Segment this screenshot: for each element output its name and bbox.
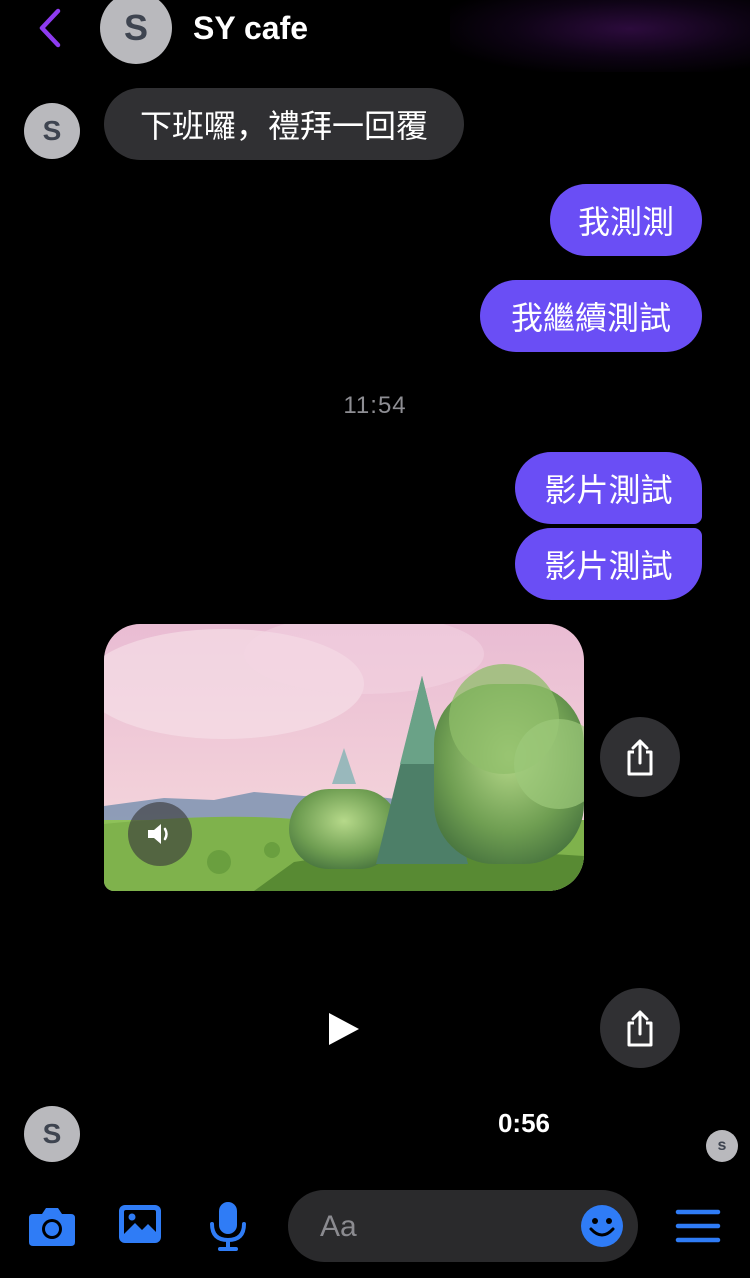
speaker-icon [148, 824, 168, 844]
chat-screen: S SY cafe S 下班囉，禮拜一回覆 我測測 我繼續測試 11:54 影片… [0, 0, 750, 1278]
message-bubble-outgoing[interactable]: 影片測試 [515, 528, 702, 600]
menu-icon [675, 1209, 721, 1243]
message-timestamp: 11:54 [343, 392, 407, 419]
message-bubble-outgoing[interactable]: 我測測 [550, 184, 702, 256]
back-button[interactable] [30, 6, 70, 50]
incoming-avatar[interactable]: S [24, 103, 80, 159]
share-button[interactable] [600, 717, 680, 797]
video-duration: 0:56 [497, 1108, 551, 1138]
incoming-avatar[interactable]: S [24, 1106, 80, 1162]
chevron-left-icon [39, 8, 61, 48]
emoji-icon[interactable] [580, 1204, 624, 1248]
chat-title[interactable]: SY cafe [193, 10, 308, 47]
share-icon [627, 739, 653, 776]
message-bubble-outgoing[interactable]: 影片測試 [515, 452, 702, 524]
read-receipt-avatar: s [706, 1130, 738, 1162]
share-icon [627, 1010, 653, 1047]
chat-header: S SY cafe [0, 0, 750, 74]
play-button[interactable] [318, 1004, 368, 1054]
play-icon [329, 1013, 359, 1045]
camera-icon [29, 1208, 75, 1246]
header-glow [450, 0, 750, 72]
mute-button[interactable] [128, 802, 192, 866]
share-button[interactable] [600, 988, 680, 1068]
menu-button[interactable] [674, 1206, 722, 1246]
message-bubble-outgoing[interactable]: 我繼續測試 [480, 280, 702, 352]
gallery-button[interactable] [116, 1200, 164, 1248]
message-bubble-incoming[interactable]: 下班囉，禮拜一回覆 [104, 88, 464, 160]
image-icon [119, 1205, 161, 1243]
contact-avatar[interactable]: S [100, 0, 172, 64]
camera-button[interactable] [24, 1200, 80, 1252]
video-message[interactable] [104, 624, 584, 891]
voice-button[interactable] [206, 1198, 250, 1254]
microphone-icon [210, 1202, 246, 1251]
message-composer[interactable] [288, 1190, 638, 1264]
message-input[interactable] [318, 1190, 572, 1264]
